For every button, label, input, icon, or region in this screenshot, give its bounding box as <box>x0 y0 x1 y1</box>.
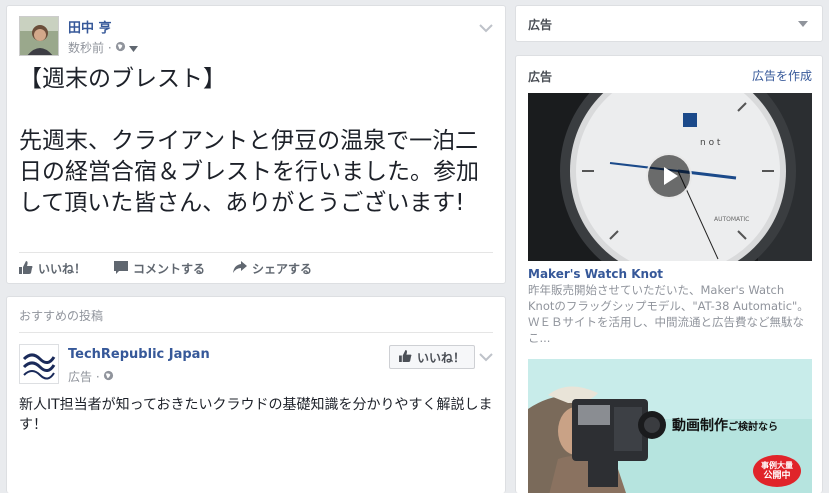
svg-text:AUTOMATIC: AUTOMATIC <box>714 216 749 223</box>
like-button-label: いいね！ <box>416 350 465 365</box>
ad-badge: 事例大量 公開中 <box>753 455 801 487</box>
page-name[interactable]: TechRepublic Japan <box>68 347 210 362</box>
like-action[interactable]: いいね！ <box>19 260 86 277</box>
badge-line2: 公開中 <box>763 471 791 481</box>
share-icon <box>233 260 248 277</box>
feed-post: 田中 亨 数秒前 · 【週末のブレスト】 先週末、クライアントと伊豆の温泉で一泊… <box>6 5 506 284</box>
share-label: シェアする <box>252 262 313 276</box>
ad-headline: 動画制作ご検討なら <box>672 415 778 435</box>
globe-icon[interactable] <box>115 41 126 55</box>
avatar[interactable] <box>19 16 59 56</box>
recommended-text: 新人IT担当者が知っておきたいクラウドの基礎知識を分かりやすく解説します！ <box>19 397 493 433</box>
like-label: いいね！ <box>38 262 87 276</box>
recommended-post: おすすめの投稿 TechRepublic Japan 広告 · いいね！ 新人I… <box>6 296 506 493</box>
ads-card: 広告 広告を作成 n o t AUTOMATIC Maker's Watch K… <box>515 55 823 493</box>
post-meta: 数秒前 · <box>68 39 138 56</box>
like-icon <box>399 349 412 365</box>
svg-text:n o t: n o t <box>700 138 721 148</box>
post-text: 【週末のブレスト】 先週末、クライアントと伊豆の温泉で一泊二日の経営合宿＆ブレス… <box>19 66 479 216</box>
comment-action[interactable]: コメントする <box>114 260 205 277</box>
comment-label: コメントする <box>133 262 206 276</box>
post-actions: いいね！ コメントする シェアする <box>19 260 340 277</box>
ad-headline-small: ご検討なら <box>728 422 778 433</box>
badge-line1: 事例大量 <box>761 461 793 470</box>
ad-headline-main: 動画制作 <box>672 418 728 434</box>
audience-caret-icon[interactable] <box>128 41 138 55</box>
chevron-down-icon[interactable] <box>479 347 493 362</box>
play-icon[interactable] <box>646 153 692 199</box>
ad-header-card: 広告 <box>515 5 823 42</box>
ad-header: 広告 <box>528 18 553 32</box>
watch-ad-image[interactable]: n o t AUTOMATIC <box>528 93 812 261</box>
chevron-down-icon[interactable] <box>479 18 493 33</box>
comment-icon <box>114 260 129 277</box>
ad-title[interactable]: Maker's Watch Knot <box>528 267 663 281</box>
create-ad-link[interactable]: 広告を作成 <box>752 67 812 84</box>
author-name[interactable]: 田中 亨 <box>68 17 112 36</box>
caret-down-icon[interactable] <box>798 21 808 27</box>
divider <box>19 332 493 333</box>
sponsored-label: 広告 · <box>68 370 100 384</box>
page-avatar[interactable] <box>19 344 59 384</box>
ads-header: 広告 <box>528 70 553 84</box>
ad-description: 昨年販売開始させていただいた、Maker's Watch Knotのフラッグシッ… <box>528 283 809 345</box>
recommended-header: おすすめの投稿 <box>19 309 104 323</box>
globe-icon <box>103 370 114 384</box>
camera-ad-image[interactable]: 動画制作ご検討なら 事例大量 公開中 <box>528 359 812 493</box>
divider <box>19 252 493 253</box>
like-icon <box>19 260 33 277</box>
like-page-button[interactable]: いいね！ <box>389 345 475 369</box>
share-action[interactable]: シェアする <box>233 260 312 277</box>
page-meta: 広告 · <box>68 368 114 385</box>
timestamp[interactable]: 数秒前 · <box>68 39 112 56</box>
